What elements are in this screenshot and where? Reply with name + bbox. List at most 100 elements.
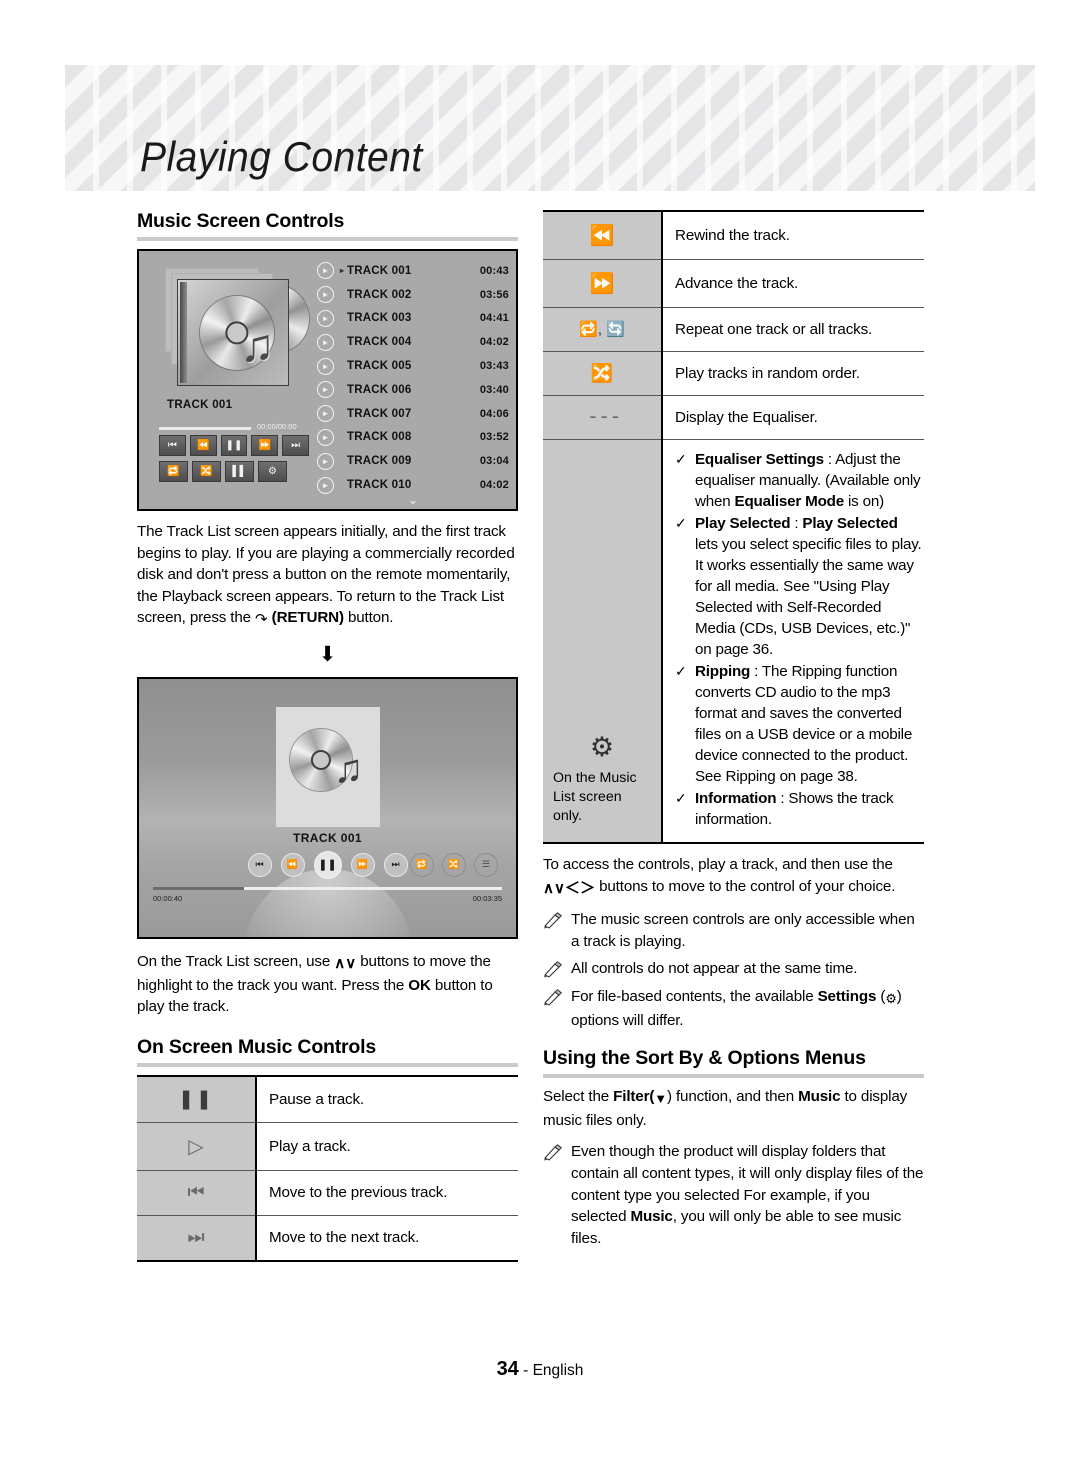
page-title: Playing Content — [140, 133, 423, 180]
equaliser-button[interactable]: ▌▌ — [225, 461, 254, 482]
next-track-icon: ⏭ — [137, 1214, 257, 1262]
track-list-item[interactable]: ► TRACK 006 03:40 — [317, 378, 509, 402]
filter-label: Filter( — [613, 1088, 655, 1106]
paragraph-text: On the Track List screen, use — [137, 952, 335, 970]
down-arrow-icon: ⬇ — [318, 642, 337, 666]
repeat-one-and-repeat-all-icon: 🔁, 🔄 — [543, 307, 663, 352]
seek-bar-fill — [153, 886, 244, 890]
up-down-arrows-icon: ∧∨ — [334, 954, 357, 972]
option-text: : — [790, 515, 803, 532]
track-list-item[interactable]: ► TRACK 003 04:41 — [317, 307, 509, 331]
page-language: - English — [523, 1362, 584, 1379]
direction-arrows-icon: ∧∨＜＞ — [543, 879, 596, 897]
check-icon: ✓ — [675, 790, 687, 806]
list-item: ✓ Equaliser Settings : Adjust the equali… — [675, 449, 924, 512]
repeat-button[interactable]: 🔁 — [159, 461, 188, 482]
next-track-button[interactable]: ⏭ — [383, 852, 408, 877]
track-list-item[interactable]: ► TRACK 007 04:06 — [317, 402, 509, 426]
list-item: ✓ Ripping : The Ripping function convert… — [675, 661, 924, 787]
pause-icon: ❚❚ — [137, 1074, 257, 1123]
settings-gear-button[interactable]: ⚙ — [258, 461, 287, 482]
note-text: For file-based contents, the available — [571, 987, 818, 1005]
control-description: Play tracks in random order. — [662, 351, 924, 396]
section-title-sort-by-options: Using the Sort By & Options Menus — [543, 1047, 866, 1070]
settings-gear-cell: ⚙ On the Music List screen only. — [543, 439, 663, 844]
track-duration: 03:40 — [479, 383, 509, 396]
track-list-item[interactable]: ► ▸ TRACK 001 00:43 — [317, 259, 509, 283]
table-row: ▷ Play a track. — [137, 1121, 518, 1171]
music-note-icon: ♫ — [333, 746, 364, 791]
filter-instructions: Select the Filter(▼) function, and then … — [543, 1086, 924, 1131]
pause-button[interactable]: ❚❚ — [220, 435, 248, 456]
control-description: Pause a track. — [256, 1074, 518, 1123]
option-text-tail: lets you select specific files to play. … — [695, 536, 922, 658]
track-name: TRACK 005 — [347, 360, 412, 373]
paragraph-text-mid: ) function, and then — [666, 1088, 799, 1106]
rewind-button[interactable]: ⏪ — [280, 852, 305, 877]
track-name: TRACK 001 — [347, 264, 412, 277]
album-art-stack: ♫ — [159, 263, 309, 393]
track-name: TRACK 003 — [347, 312, 412, 325]
track-list-item[interactable]: ► TRACK 004 04:02 — [317, 330, 509, 354]
filter-funnel-icon: ▼ — [654, 1091, 667, 1107]
rewind-button[interactable]: ⏪ — [189, 435, 217, 456]
settings-gear-icon: ⚙ — [885, 990, 897, 1006]
prev-track-button[interactable]: ⏮ — [159, 435, 186, 456]
table-row: ⏩ Advance the track. — [543, 259, 924, 308]
fast-forward-button[interactable]: ⏩ — [251, 435, 279, 456]
control-description: Display the Equaliser. — [662, 395, 924, 440]
music-label: Music — [798, 1088, 841, 1106]
prev-track-button[interactable]: ⏮ — [247, 852, 272, 877]
track-list-item[interactable]: ► TRACK 005 03:43 — [317, 354, 509, 378]
equaliser-icon: ╶╶╶ — [543, 395, 663, 440]
section-title-on-screen-music-controls: On Screen Music Controls — [137, 1035, 376, 1058]
table-row: ╶╶╶ Display the Equaliser. — [543, 395, 924, 440]
disc-sheen-decoration — [243, 868, 412, 937]
shuffle-button[interactable]: 🔀 — [192, 461, 221, 482]
transport-controls: 00:00/00:00 ⏮ ⏪ ❚❚ ⏩ ⏭ 🔁 🔀 ▌▌ ⚙ — [159, 422, 309, 487]
track-list-item[interactable]: ► TRACK 008 03:52 — [317, 426, 509, 450]
option-term: Equaliser Settings — [695, 451, 824, 468]
note-item: For file-based contents, the available S… — [543, 986, 924, 1031]
option-term: Information — [695, 790, 777, 807]
option-text-tail: is on) — [843, 493, 884, 510]
on-screen-music-controls-table: ❚❚ Pause a track. ▷ Play a track. ⏮ Move… — [137, 1074, 518, 1262]
scroll-down-chevron-icon[interactable]: ⌄ — [317, 493, 509, 506]
seek-bar[interactable] — [153, 886, 502, 890]
music-note-icon: ♫ — [240, 319, 275, 371]
settings-gear-icon: ⚙ — [589, 732, 615, 762]
settings-label: Settings — [817, 987, 877, 1005]
paragraph-text-tail: buttons to move to the control of your c… — [595, 877, 896, 895]
fast-forward-button[interactable]: ⏩ — [350, 852, 375, 877]
control-description: Play a track. — [256, 1121, 518, 1171]
total-time: 00:03:35 — [472, 893, 502, 903]
control-description: Move to the previous track. — [256, 1169, 518, 1216]
ok-button-label: OK — [408, 976, 431, 994]
list-item: ✓ Play Selected : Play Selected lets you… — [675, 513, 924, 660]
paragraph-text: Select the — [543, 1088, 614, 1106]
progress-bar[interactable]: 00:00/00:00 — [159, 422, 297, 431]
pause-button[interactable]: ❚❚ — [313, 850, 342, 879]
track-list-item[interactable]: ► TRACK 009 03:04 — [317, 449, 509, 473]
track-list-item[interactable]: ► TRACK 002 03:56 — [317, 283, 509, 307]
control-description: Repeat one track or all tracks. — [662, 307, 924, 352]
control-description: Move to the next track. — [256, 1214, 518, 1262]
right-column: ⏪ Rewind the track. ⏩ Advance the track.… — [543, 210, 924, 1255]
next-track-button[interactable]: ⏭ — [282, 435, 309, 456]
track-selection-instructions: On the Track List screen, use ∧∨ buttons… — [137, 951, 518, 1018]
shuffle-button[interactable]: 🔀 — [442, 852, 466, 877]
elapsed-time: 00:00:40 — [153, 893, 183, 903]
repeat-button[interactable]: 🔁 — [410, 852, 434, 877]
now-playing-track-label: TRACK 001 — [293, 830, 362, 845]
track-name: TRACK 010 — [347, 479, 412, 492]
option-text: : The Ripping function converts CD audio… — [695, 663, 913, 785]
pencil-icon — [544, 1144, 563, 1162]
list-item: ✓ Information : Shows the track informat… — [675, 788, 924, 830]
table-row: 🔁, 🔄 Repeat one track or all tracks. — [543, 307, 924, 352]
track-name: TRACK 004 — [347, 336, 412, 349]
note-item: The music screen controls are only acces… — [543, 909, 924, 952]
section-rule — [543, 1074, 924, 1079]
access-controls-paragraph: To access the controls, play a track, an… — [543, 854, 924, 899]
control-description: Advance the track. — [662, 259, 924, 308]
equaliser-button[interactable]: ☰ — [474, 852, 498, 877]
